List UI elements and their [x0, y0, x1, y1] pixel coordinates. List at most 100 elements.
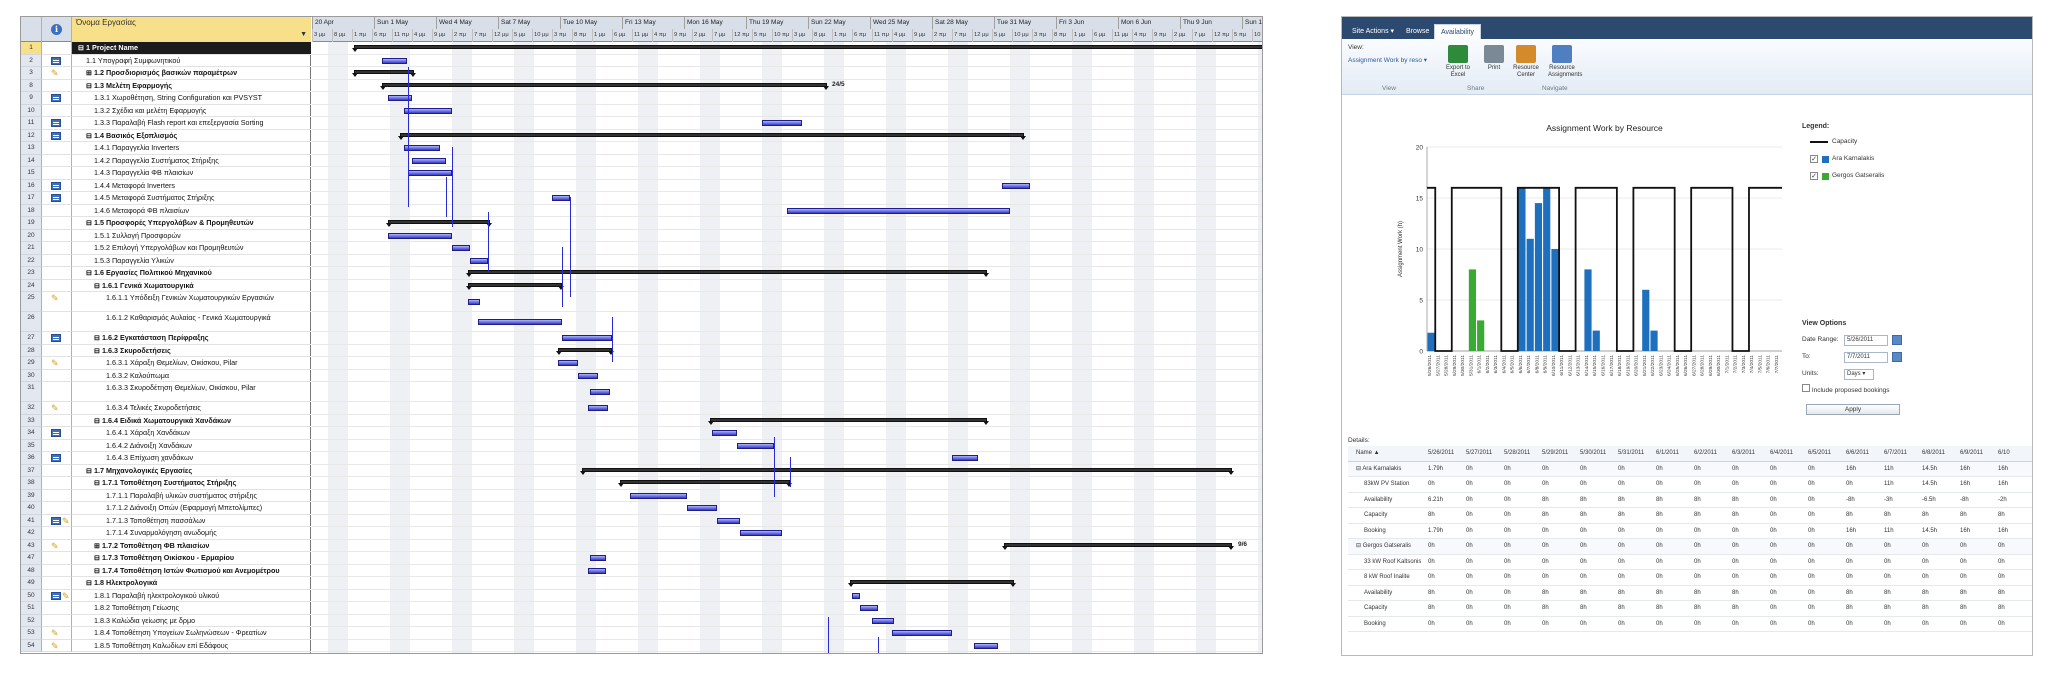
- task-bar[interactable]: [412, 157, 446, 164]
- tab-browse[interactable]: Browse: [1400, 24, 1435, 39]
- task-name-cell[interactable]: 1.6.4.1 Χάραξη Χανδάκων: [72, 427, 311, 440]
- resource-row[interactable]: ⊟ Gergos Gatseralis 0h 0h 0h 0h 0h 0h 0h 0h 0h 0h 0…: [1348, 539, 2032, 555]
- row-number[interactable]: 41: [21, 514, 42, 527]
- row-number[interactable]: 25: [21, 292, 42, 312]
- task-row[interactable]: 30 1.6.3.2 Καλούπωμα: [21, 369, 311, 382]
- collapse-icon[interactable]: ⊟: [94, 553, 102, 562]
- task-bar[interactable]: [388, 232, 452, 239]
- flag-icon[interactable]: ✎: [51, 641, 59, 651]
- task-row[interactable]: 29 ✎ 1.6.3.1 Χάραξη Θεμελίων, Οικίσκου, Pi…: [21, 357, 311, 370]
- collapse-icon[interactable]: ⊟: [86, 131, 94, 140]
- legend-checkbox[interactable]: ✓: [1810, 172, 1818, 180]
- task-name-cell[interactable]: 1.8.1 Παραλαβή ηλεκτρολογικού υλικού: [72, 590, 311, 602]
- task-name-cell[interactable]: 1.5.3 Παραγγελία Υλικών: [72, 255, 311, 267]
- task-bar[interactable]: [404, 107, 452, 114]
- row-number[interactable]: 17: [21, 192, 42, 205]
- task-row[interactable]: 8 ⊟ 1.3 Μελέτη Εφαρμογής: [21, 79, 311, 92]
- legend-checkbox[interactable]: ✓: [1810, 155, 1818, 163]
- task-row[interactable]: 40 1.7.1.2 Διάνοιξη Οπών (Εφαρμογή Μπετολ…: [21, 502, 311, 515]
- expand-icon[interactable]: ⊞: [86, 68, 94, 77]
- row-number[interactable]: 14: [21, 154, 42, 167]
- summary-bar[interactable]: [466, 282, 564, 290]
- flag-icon[interactable]: ✎: [62, 591, 70, 601]
- task-row[interactable]: 48 ⊟ 1.7.4 Τοποθέτηση Ιστών Φωτισμού και …: [21, 564, 311, 577]
- collapse-icon[interactable]: ⊟: [94, 346, 102, 355]
- details-row[interactable]: Booking 0h 0h 0h 0h 0h 0h 0h 0h 0h 0h 0h 0h 0h 0h 0h 0h: [1348, 617, 2032, 632]
- task-name-cell[interactable]: ⊟ 1.6.2 Εγκατάσταση Περίφραξης: [72, 332, 311, 345]
- export-excel-button[interactable]: Export to Excel: [1444, 45, 1472, 79]
- task-name-cell[interactable]: 1.1 Υπογραφή Συμφωνητικού: [72, 55, 311, 67]
- date-column-header[interactable]: 6/7/2011: [1884, 446, 1922, 461]
- task-row[interactable]: 43 ✎ ⊞ 1.7.2 Τοποθέτηση ΦΒ πλαισίων: [21, 539, 311, 552]
- task-bar[interactable]: [852, 592, 860, 599]
- summary-bar[interactable]: [398, 132, 1026, 140]
- task-row[interactable]: 31 1.6.3.3 Σκυροδέτηση Θεμελίων, Οικίσκου…: [21, 382, 311, 402]
- date-column-header[interactable]: 5/27/2011: [1466, 446, 1504, 461]
- task-row[interactable]: 1 ⊟ 1 Project Name: [21, 42, 311, 55]
- collapse-icon[interactable]: ⊟: [94, 333, 102, 342]
- task-name-cell[interactable]: ⊟ 1.3 Μελέτη Εφαρμογής: [72, 80, 311, 92]
- collapse-icon[interactable]: ⊟: [86, 218, 94, 227]
- task-row[interactable]: 37 ⊟ 1.7 Μηχανολογικές Εργασίες: [21, 464, 311, 477]
- row-number[interactable]: 16: [21, 179, 42, 192]
- summary-bar[interactable]: [848, 580, 1016, 588]
- task-row[interactable]: 36 1.6.4.3 Επίχωση χανδάκων: [21, 452, 311, 465]
- resource-center-button[interactable]: Resource Center: [1512, 45, 1540, 79]
- flag-icon[interactable]: ✎: [51, 403, 59, 413]
- task-name-cell[interactable]: ⊟ 1.5 Προσφορές Υπεργολάβων & Προμηθευτώ…: [72, 217, 311, 230]
- task-name-cell[interactable]: ⊟ 1.7 Μηχανολογικές Εργασίες: [72, 465, 311, 477]
- row-number[interactable]: 21: [21, 242, 42, 255]
- task-bar[interactable]: [590, 389, 610, 395]
- task-row[interactable]: 47 ⊟ 1.7.3 Τοποθέτηση Οικίσκου - Ερμαρίου: [21, 552, 311, 565]
- date-column-header[interactable]: 6/3/2011: [1732, 446, 1770, 461]
- task-row[interactable]: 11 1.3.3 Παραλαβή Flash report και επεξερ…: [21, 117, 311, 130]
- task-name-column-header[interactable]: Όνομα Εργασίας ▼: [72, 17, 311, 42]
- row-number[interactable]: 38: [21, 477, 42, 490]
- task-row[interactable]: 34 1.6.4.1 Χάραξη Χανδάκων: [21, 427, 311, 440]
- calendar-icon[interactable]: [1892, 352, 1902, 362]
- summary-bar[interactable]: [352, 70, 416, 78]
- task-row[interactable]: 20 1.5.1 Συλλογή Προσφορών: [21, 229, 311, 242]
- print-button[interactable]: Print: [1480, 45, 1508, 72]
- task-row[interactable]: 42 1.7.1.4 Συναρμολόγηση ανωδομής: [21, 527, 311, 540]
- task-name-cell[interactable]: 1.7.1.2 Διάνοιξη Οπών (Εφαρμογή Μπετολίμ…: [72, 502, 311, 515]
- task-row[interactable]: 23 ⊟ 1.6 Εργασίες Πολιτικού Μηχανικού: [21, 267, 311, 280]
- view-select[interactable]: Assignment Work by reso ▾: [1348, 56, 1427, 64]
- tab-site-actions[interactable]: Site Actions ▾: [1346, 24, 1400, 39]
- summary-bar[interactable]: [352, 45, 1262, 53]
- task-row[interactable]: 35 1.6.4.2 Διάνοιξη Χανδάκων: [21, 439, 311, 452]
- task-row[interactable]: 22 1.5.3 Παραγγελία Υλικών: [21, 254, 311, 267]
- task-bar[interactable]: [590, 555, 606, 562]
- notes-icon[interactable]: [51, 454, 61, 462]
- task-name-cell[interactable]: 1.3.2 Σχέδια και μελέτη Εφαρμογής: [72, 105, 311, 117]
- details-row[interactable]: Booking 1.79h 0h 0h 0h 0h 0h 0h 0h 0h 0h 0h 16h 11h 14…: [1348, 524, 2032, 539]
- task-bar[interactable]: [470, 257, 488, 264]
- row-number[interactable]: 9: [21, 92, 42, 105]
- task-bar[interactable]: [762, 120, 802, 127]
- collapse-icon[interactable]: ⊟: [78, 43, 86, 52]
- row-number[interactable]: 23: [21, 267, 42, 280]
- row-number[interactable]: 26: [21, 312, 42, 332]
- flag-icon[interactable]: ✎: [51, 358, 59, 368]
- row-number[interactable]: 3: [21, 67, 42, 80]
- task-row[interactable]: 28 ⊟ 1.6.3 Σκυροδετήσεις: [21, 344, 311, 357]
- task-row[interactable]: 54 ✎ 1.8.5 Τοποθέτηση Καλωδίων επί Εδάφους: [21, 639, 311, 652]
- task-row[interactable]: 3 ✎ ⊞ 1.2 Προσδιορισμός βασικών παραμέτρων: [21, 67, 311, 80]
- task-bar[interactable]: [478, 319, 562, 325]
- task-row[interactable]: 10 1.3.2 Σχέδια και μελέτη Εφαρμογής: [21, 104, 311, 117]
- task-row[interactable]: 24 ⊟ 1.6.1 Γενικά Χωματουργικά: [21, 279, 311, 292]
- task-row[interactable]: 52 1.8.3 Καλώδια γείωσης με δρμο: [21, 614, 311, 627]
- summary-bar[interactable]: [380, 82, 829, 90]
- notes-icon[interactable]: [51, 131, 61, 140]
- task-name-cell[interactable]: 1.6.1.1 Υπόδειξη Γενικών Χωματουργικών Ε…: [72, 292, 311, 312]
- task-bar[interactable]: [630, 492, 687, 499]
- task-bar[interactable]: [1002, 182, 1030, 189]
- resource-row[interactable]: ⊟ Ara Karnalakis 1.79h 0h 0h 0h 0h 0h 0h 0h 0h 0h 0…: [1348, 461, 2032, 477]
- flag-icon[interactable]: ✎: [51, 68, 59, 78]
- task-bar[interactable]: [687, 505, 717, 512]
- details-row[interactable]: Capacity 8h 0h 0h 8h 8h 8h 8h 8h 8h 0h 0h 8h 8h 8h 8h 8h: [1348, 601, 2032, 617]
- task-name-cell[interactable]: ⊟ 1.7.4 Τοποθέτηση Ιστών Φωτισμού και Αν…: [72, 565, 311, 577]
- flag-icon[interactable]: ✎: [51, 293, 59, 303]
- row-number[interactable]: 32: [21, 402, 42, 415]
- date-column-header[interactable]: 5/31/2011: [1618, 446, 1656, 461]
